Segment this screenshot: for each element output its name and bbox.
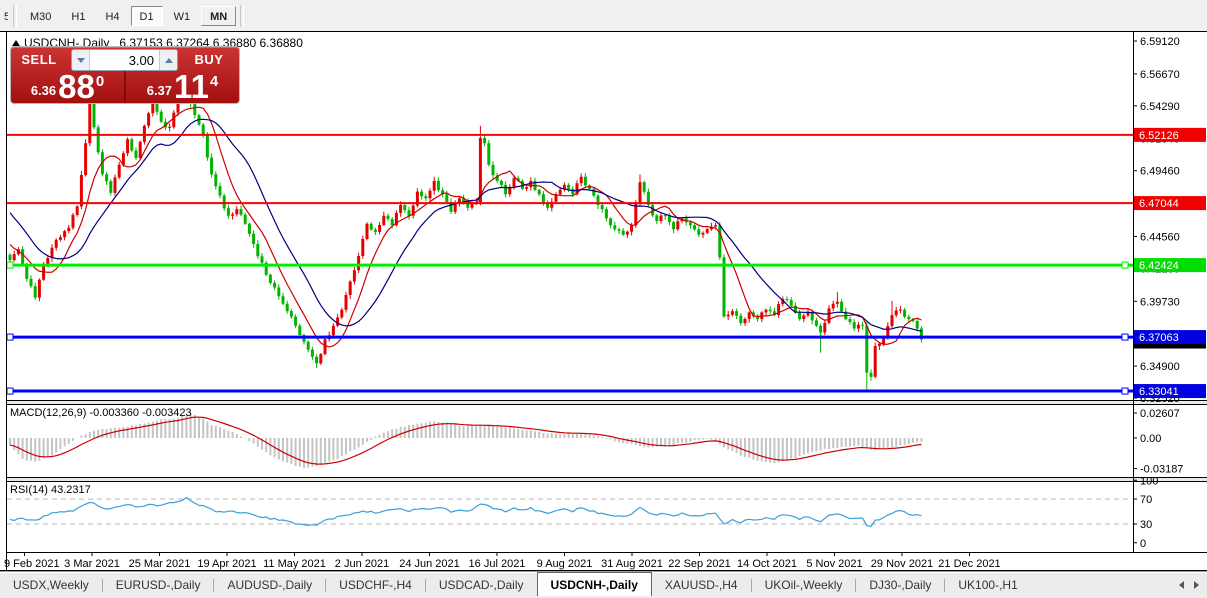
tab-dj30-daily[interactable]: DJ30-,Daily <box>856 575 944 595</box>
svg-text:100: 100 <box>1140 475 1158 487</box>
svg-text:6.44560: 6.44560 <box>1140 231 1180 243</box>
buy-button[interactable]: BUY <box>181 50 237 70</box>
sell-price-display[interactable]: 6.36 88 0 <box>11 71 126 103</box>
tab-xauusd-h4[interactable]: XAUUSD-,H4 <box>652 575 751 595</box>
tab-scroll-arrows <box>1179 581 1207 589</box>
level-handle[interactable] <box>7 334 13 340</box>
svg-text:6.49460: 6.49460 <box>1140 166 1180 178</box>
svg-text:6.59120: 6.59120 <box>1140 36 1180 48</box>
svg-text:0.00: 0.00 <box>1140 433 1161 445</box>
toolbar-separator <box>240 5 244 27</box>
price-badge-6.37063: 6.37063 <box>1134 330 1206 344</box>
tab-usdcnh-daily[interactable]: USDCNH-,Daily <box>537 572 652 596</box>
scroll-tabs-left-icon[interactable] <box>1179 581 1184 589</box>
tf-button-h1[interactable]: H1 <box>62 6 94 26</box>
svg-text:29 Nov 2021: 29 Nov 2021 <box>871 558 933 570</box>
volume-input[interactable] <box>89 50 160 70</box>
svg-text:6.54290: 6.54290 <box>1140 101 1180 113</box>
level-handle[interactable] <box>1122 388 1128 394</box>
price-badge-6.33041: 6.33041 <box>1134 384 1206 398</box>
sell-button[interactable]: SELL <box>13 50 65 70</box>
svg-text:-0.03187: -0.03187 <box>1140 464 1183 476</box>
sell-price-sup: 0 <box>96 73 104 90</box>
tf-button-h4[interactable]: H4 <box>96 6 128 26</box>
price-badge-6.42424: 6.42424 <box>1134 258 1206 272</box>
buy-price-display[interactable]: 6.37 11 4 <box>126 71 239 103</box>
svg-text:6.47044: 6.47044 <box>1139 198 1179 210</box>
tf-button-d1[interactable]: D1 <box>131 6 163 26</box>
svg-text:22 Sep 2021: 22 Sep 2021 <box>668 558 730 570</box>
svg-text:6.37063: 6.37063 <box>1139 332 1179 344</box>
svg-text:14 Oct 2021: 14 Oct 2021 <box>737 558 797 570</box>
price-badge-6.47044: 6.47044 <box>1134 196 1206 210</box>
tf-button-w1[interactable]: W1 <box>165 6 200 26</box>
svg-text:0.02607: 0.02607 <box>1140 408 1180 420</box>
volume-decrease-button[interactable] <box>72 50 89 70</box>
macd-indicator-label: MACD(12,26,9) -0.003360 -0.003423 <box>10 407 192 419</box>
timeframe-toolbar: 5 M30 H1 H4 D1 W1 MN <box>0 0 1207 31</box>
svg-text:11 May 2021: 11 May 2021 <box>263 558 326 570</box>
sell-price-prefix: 6.36 <box>31 83 56 98</box>
tf-button-mn[interactable]: MN <box>201 6 236 26</box>
scroll-tabs-right-icon[interactable] <box>1194 581 1199 589</box>
buy-price-prefix: 6.37 <box>147 83 172 98</box>
tab-usdchf-h4[interactable]: USDCHF-,H4 <box>326 575 425 595</box>
chevron-down-icon <box>77 58 85 63</box>
svg-text:21 Dec 2021: 21 Dec 2021 <box>938 558 1000 570</box>
level-handle[interactable] <box>7 262 13 268</box>
svg-text:5 Nov 2021: 5 Nov 2021 <box>806 558 862 570</box>
one-click-trade-panel: SELL BUY 6.36 88 0 6.37 11 4 <box>10 46 240 104</box>
level-handle[interactable] <box>7 388 13 394</box>
toolbar-separator <box>13 5 17 27</box>
tab-audusd-daily[interactable]: AUDUSD-,Daily <box>214 575 325 595</box>
tab-uk100-h1[interactable]: UK100-,H1 <box>945 575 1030 595</box>
svg-text:6.34900: 6.34900 <box>1140 361 1180 373</box>
svg-text:6.39730: 6.39730 <box>1140 296 1180 308</box>
tab-usdx-weekly[interactable]: USDX,Weekly <box>0 575 102 595</box>
svg-text:19 Apr 2021: 19 Apr 2021 <box>197 558 256 570</box>
svg-text:70: 70 <box>1140 494 1152 506</box>
tab-eurusd-daily[interactable]: EURUSD-,Daily <box>103 575 214 595</box>
volume-increase-button[interactable] <box>160 50 177 70</box>
svg-text:6.33041: 6.33041 <box>1139 386 1179 398</box>
tab-usdcad-daily[interactable]: USDCAD-,Daily <box>426 575 537 595</box>
sell-price-big: 88 <box>58 72 95 102</box>
svg-text:6.52126: 6.52126 <box>1139 130 1179 142</box>
svg-text:31 Aug 2021: 31 Aug 2021 <box>601 558 663 570</box>
svg-text:9 Aug 2021: 9 Aug 2021 <box>537 558 593 570</box>
level-handle[interactable] <box>1122 334 1128 340</box>
svg-text:24 Jun 2021: 24 Jun 2021 <box>399 558 460 570</box>
buy-price-big: 11 <box>174 72 209 102</box>
tf-button-m30[interactable]: M30 <box>21 6 60 26</box>
price-badge-6.52126: 6.52126 <box>1134 128 1206 142</box>
buy-price-sup: 4 <box>210 73 218 90</box>
svg-text:16 Jul 2021: 16 Jul 2021 <box>469 558 526 570</box>
svg-text:6.42424: 6.42424 <box>1139 260 1179 272</box>
chevron-up-icon <box>165 58 173 63</box>
rsi-indicator-label: RSI(14) 43.2317 <box>10 484 91 496</box>
chart-tab-bar: USDX,WeeklyEURUSD-,DailyAUDUSD-,DailyUSD… <box>0 571 1207 598</box>
tf-button-m5[interactable]: 5 <box>1 6 9 26</box>
svg-text:30: 30 <box>1140 519 1152 531</box>
svg-text:2 Jun 2021: 2 Jun 2021 <box>335 558 389 570</box>
level-handle[interactable] <box>1122 262 1128 268</box>
svg-text:3 Mar 2021: 3 Mar 2021 <box>64 558 120 570</box>
svg-text:25 Mar 2021: 25 Mar 2021 <box>129 558 191 570</box>
svg-text:9 Feb 2021: 9 Feb 2021 <box>4 558 60 570</box>
tab-ukoil-weekly[interactable]: UKOil-,Weekly <box>752 575 856 595</box>
svg-text:6.56670: 6.56670 <box>1140 69 1180 81</box>
svg-text:0: 0 <box>1140 538 1146 550</box>
